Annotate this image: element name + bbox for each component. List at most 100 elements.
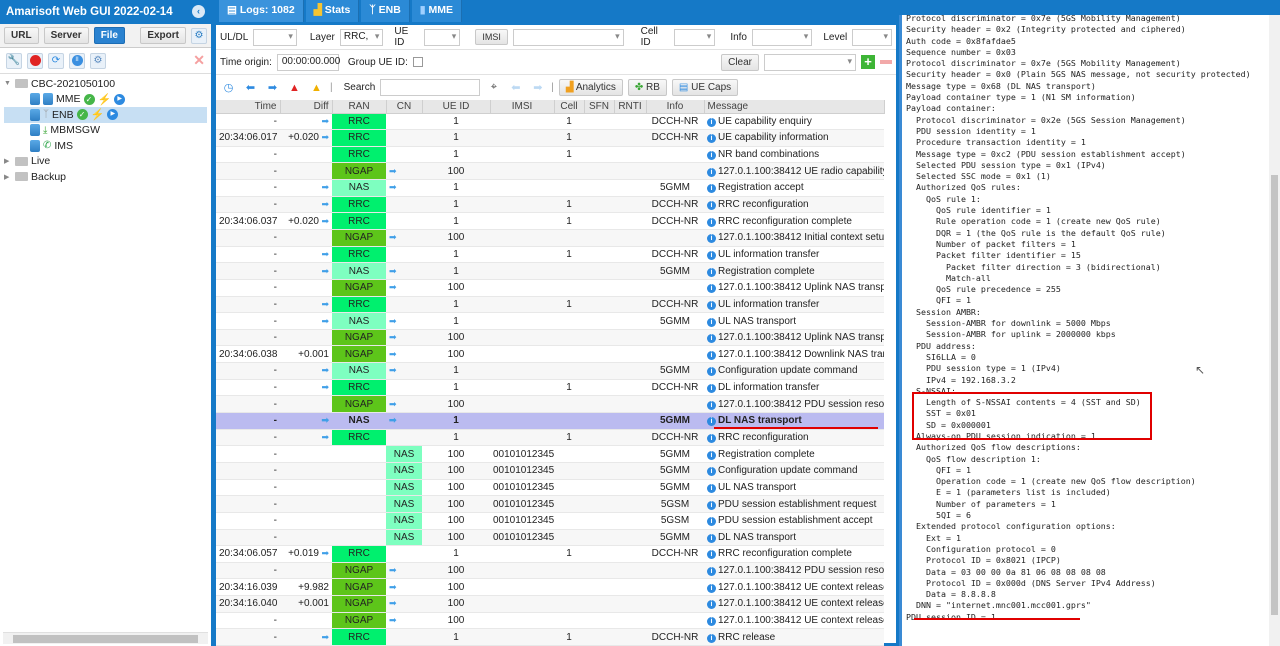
wrench-icon[interactable]: 🔧 bbox=[6, 52, 22, 69]
info-icon[interactable]: i bbox=[707, 467, 716, 477]
info-icon[interactable]: i bbox=[707, 300, 716, 310]
collapse-panel-icon[interactable]: ‹ bbox=[192, 5, 205, 18]
table-row[interactable]: 20:34:06.057 +0.019 ➡ RRC 1 1 DCCH-NR i RRC rec… bbox=[216, 545, 884, 563]
info-icon[interactable]: i bbox=[707, 533, 716, 543]
info-icon[interactable]: i bbox=[707, 117, 716, 127]
table-row[interactable]: - ➡ NAS ➡ 1 5GMM i UL NAS transport bbox=[216, 312, 884, 330]
play-icon[interactable]: ▶ bbox=[107, 109, 119, 121]
info-select[interactable] bbox=[752, 28, 813, 46]
info-icon[interactable]: i bbox=[707, 384, 716, 394]
info-icon[interactable]: i bbox=[707, 400, 716, 410]
table-row[interactable]: - ➡ NAS ➡ 1 5GMM i Registration accept bbox=[216, 179, 884, 197]
info-icon[interactable]: i bbox=[707, 567, 716, 577]
table-row[interactable]: - NGAP ➡ 100 i 127.0.1.100:38412 Uplink NAS t… bbox=[216, 329, 884, 347]
vertical-scrollbar[interactable] bbox=[1269, 15, 1280, 646]
table-row[interactable]: - NGAP ➡ 100 i 127.0.1.100:38412 PDU session … bbox=[216, 562, 884, 580]
info-icon[interactable]: i bbox=[707, 600, 716, 610]
refresh-icon[interactable]: ⟳ bbox=[48, 52, 64, 69]
column-header-cell[interactable]: Cell bbox=[554, 100, 585, 114]
tab-enb[interactable]: ᛉ ENB bbox=[361, 0, 410, 22]
table-row[interactable]: - NAS 100001010123456789 5GSMiPDU session e… bbox=[216, 495, 884, 513]
binoculars-icon[interactable]: ⌖ bbox=[485, 79, 502, 96]
analytics-button[interactable]: ▟ Analytics bbox=[558, 79, 623, 96]
level-select[interactable] bbox=[852, 28, 892, 46]
info-icon[interactable]: i bbox=[707, 517, 716, 527]
table-row[interactable]: - NAS 100001010123456789 5GMMiUL NAS transp… bbox=[216, 479, 884, 497]
cellid-select[interactable] bbox=[673, 28, 716, 46]
table-row[interactable]: - NGAP ➡ 100 i 127.0.1.100:38412 Uplink NAS t… bbox=[216, 279, 884, 297]
expand-arrow-icon[interactable]: ▶ bbox=[4, 157, 12, 165]
info-icon[interactable]: i bbox=[707, 483, 716, 493]
column-header-ue-id[interactable]: UE ID bbox=[422, 100, 491, 114]
scrollbar-thumb[interactable] bbox=[13, 635, 198, 643]
table-row[interactable]: - NGAP ➡ 100 i 127.0.1.100:38412 UE context r… bbox=[216, 612, 884, 630]
table-row[interactable]: - NGAP ➡ 100 i 127.0.1.100:38412 Initial cont… bbox=[216, 229, 884, 247]
imsi-select[interactable] bbox=[512, 28, 624, 46]
column-header-diff[interactable]: Diff bbox=[280, 100, 333, 114]
arrow-left-icon[interactable]: ⬅ bbox=[242, 79, 259, 96]
server-button[interactable]: Server bbox=[43, 27, 89, 44]
clock-icon[interactable]: ◷ bbox=[220, 79, 237, 96]
info-icon[interactable]: i bbox=[707, 267, 716, 277]
column-header-cn[interactable]: CN bbox=[386, 100, 423, 114]
export-button[interactable]: Export bbox=[140, 27, 186, 44]
info-icon[interactable]: i bbox=[707, 583, 716, 593]
table-row[interactable]: - NAS 100001010123456789 5GMMiDL NAS transp… bbox=[216, 529, 884, 547]
info-icon[interactable]: i bbox=[707, 184, 716, 194]
table-row[interactable]: - ➡ RRC 1 1 DCCH-NR i RRC release bbox=[216, 628, 884, 646]
info-icon[interactable]: i bbox=[707, 134, 716, 144]
info-icon[interactable]: i bbox=[707, 151, 716, 161]
ueid-select[interactable] bbox=[424, 28, 461, 46]
table-row[interactable]: - ➡ RRC 1 1 DCCH-NR i UL information transfer bbox=[216, 296, 884, 314]
tree-item-backup[interactable]: ▶ Backup bbox=[4, 169, 207, 185]
time-origin-input[interactable]: 00:00:00.000 bbox=[276, 53, 340, 71]
network-settings-icon[interactable]: ⚙ bbox=[191, 27, 207, 44]
table-row[interactable]: - NGAP ➡ 100 i 127.0.1.100:38412 PDU session … bbox=[216, 395, 884, 414]
info-icon[interactable]: i bbox=[707, 201, 716, 211]
expand-arrow-icon[interactable]: ▼ bbox=[4, 80, 12, 87]
info-icon[interactable]: i bbox=[707, 284, 716, 294]
warning-icon[interactable]: ▲ bbox=[308, 79, 325, 96]
table-row[interactable]: - ➡ RRC 1 1 DCCH-NR i DL information transfer bbox=[216, 379, 884, 397]
info-icon[interactable]: i bbox=[707, 433, 716, 443]
column-header-imsi[interactable]: IMSI bbox=[490, 100, 555, 114]
table-row[interactable]: - ➡ RRC 1 1 DCCH-NR i RRC reconfiguration bbox=[216, 429, 884, 447]
info-icon[interactable]: i bbox=[707, 500, 716, 510]
info-icon[interactable]: i bbox=[707, 250, 716, 260]
table-row[interactable]: - ➡ RRC 1 1 DCCH-NR i RRC reconfiguration bbox=[216, 196, 884, 214]
close-icon[interactable]: ✕ bbox=[193, 52, 205, 69]
expand-arrow-icon[interactable]: ▶ bbox=[4, 173, 12, 181]
info-icon[interactable]: i bbox=[707, 550, 716, 560]
table-row[interactable]: - NAS 100001010123456789 5GMMiConfiguration… bbox=[216, 462, 884, 480]
table-row[interactable]: - ➡ NAS ➡ 1 5GMM i Configuration update comman… bbox=[216, 362, 884, 380]
ue-caps-button[interactable]: ▤ UE Caps bbox=[671, 79, 739, 96]
column-header-time[interactable]: Time bbox=[216, 100, 281, 114]
table-row[interactable]: - ➡ RRC 1 1 DCCH-NR i UE capability enquiry bbox=[216, 113, 884, 131]
error-icon[interactable]: ▲ bbox=[286, 79, 303, 96]
imsi-button[interactable]: IMSI bbox=[475, 29, 508, 45]
table-row[interactable]: - NAS 100001010123456789 5GMMiRegistration … bbox=[216, 445, 884, 463]
filter-preset-select[interactable] bbox=[764, 53, 856, 71]
add-filter-icon[interactable]: + bbox=[861, 55, 875, 69]
info-icon[interactable]: i bbox=[707, 367, 716, 377]
clear-button[interactable]: Clear bbox=[721, 53, 759, 71]
column-header-info[interactable]: Info bbox=[646, 100, 705, 114]
table-row[interactable]: 20:34:06.038 +0.001 NGAP ➡ 100 i 127.0.1.100:3… bbox=[216, 345, 884, 364]
column-header-ran[interactable]: RAN bbox=[332, 100, 387, 114]
layer-select[interactable]: RRC, bbox=[339, 28, 384, 46]
info-icon[interactable]: i bbox=[707, 450, 716, 460]
uldl-select[interactable] bbox=[253, 28, 297, 46]
table-row[interactable]: 20:34:06.037 +0.020 ➡ RRC 1 1 DCCH-NR i RRC rec… bbox=[216, 212, 884, 230]
info-icon[interactable]: i bbox=[707, 217, 716, 227]
tab-mme[interactable]: ▮ MME bbox=[411, 0, 462, 22]
table-row[interactable]: - RRC 1 1 i NR band combinations bbox=[216, 146, 884, 164]
horizontal-scrollbar[interactable] bbox=[3, 632, 208, 644]
info-icon[interactable]: i bbox=[707, 317, 716, 327]
search-input[interactable] bbox=[380, 79, 481, 96]
tree-item-ims[interactable]: ✆ IMS bbox=[4, 138, 207, 154]
table-row[interactable]: 20:34:16.040 +0.001 NGAP ➡ 100 i 127.0.1.100:3… bbox=[216, 595, 884, 613]
info-icon[interactable]: i bbox=[707, 234, 716, 244]
stop-icon[interactable] bbox=[27, 52, 43, 69]
info-icon[interactable]: i bbox=[707, 334, 716, 344]
tree-item-mbmsgw[interactable]: ⤓ MBMSGW bbox=[4, 123, 207, 139]
